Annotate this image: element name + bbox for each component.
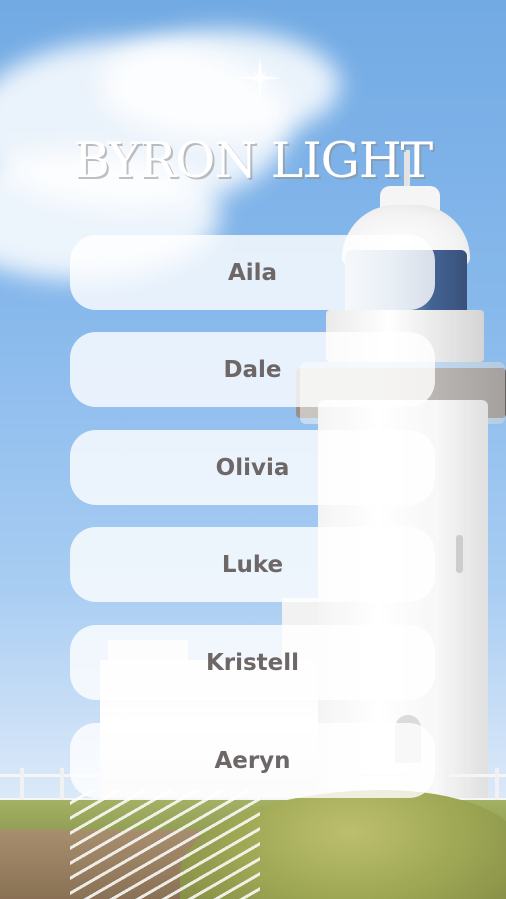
link-button-kristell[interactable]: Kristell xyxy=(70,625,435,700)
page-title: BYRON LIGHT xyxy=(73,132,433,189)
link-button-aeryn[interactable]: Aeryn xyxy=(70,723,435,798)
link-button-aila[interactable]: Aila xyxy=(70,235,435,310)
link-button-luke[interactable]: Luke xyxy=(70,527,435,602)
link-button-olivia[interactable]: Olivia xyxy=(70,430,435,505)
sparkle-icon xyxy=(239,57,281,99)
link-button-dale[interactable]: Dale xyxy=(70,332,435,407)
